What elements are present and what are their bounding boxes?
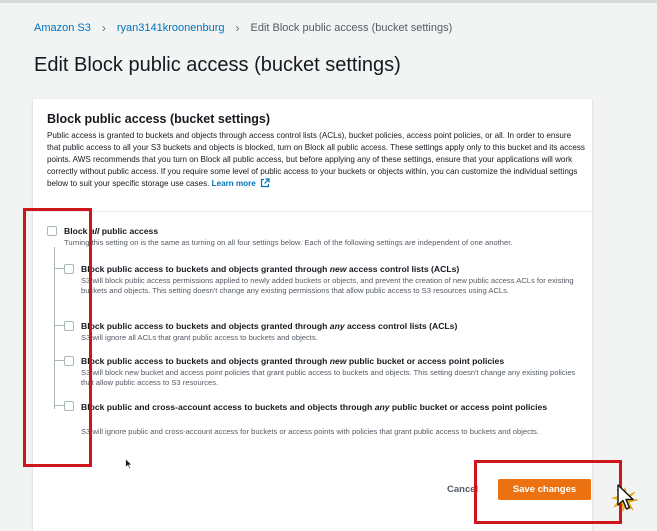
mouse-pointer-icon [617, 484, 634, 510]
block-all-title-post: public access [99, 226, 159, 236]
top-divider [0, 0, 657, 3]
option-title-post: public bucket or access point policies [389, 402, 548, 412]
panel-description: Public access is granted to buckets and … [47, 130, 585, 190]
option-title-post: access control lists (ACLs) [346, 264, 460, 274]
panel-description-text: Public access is granted to buckets and … [47, 131, 585, 188]
block-any-policies-title: Block public and cross-account access to… [81, 401, 561, 413]
option-title-pre: Block public access to buckets and objec… [81, 356, 330, 366]
highlight-box-save [474, 460, 622, 524]
panel-header: Block public access (bucket settings) Pu… [33, 99, 592, 212]
option-title-em: new [329, 264, 347, 274]
block-any-acls-description: S3 will ignore all ACLs that grant publi… [81, 333, 318, 342]
page-title: Edit Block public access (bucket setting… [34, 54, 401, 76]
breadcrumb-current: Edit Block public access (bucket setting… [250, 22, 453, 34]
block-new-acls-description: S3 will block public access permissions … [81, 276, 574, 295]
option-title-pre: Block public access to buckets and objec… [81, 321, 330, 331]
option-title-pre: Block public and cross-account access to… [81, 402, 375, 412]
block-new-policies-title: Block public access to buckets and objec… [81, 356, 504, 366]
option-title-post: access control lists (ACLs) [344, 321, 458, 331]
chevron-right-icon: › [235, 21, 240, 35]
breadcrumb-amazon-s3[interactable]: Amazon S3 [34, 22, 91, 34]
option-title-em: any [329, 321, 345, 331]
block-all-description: Turning this setting on is the same as t… [64, 238, 513, 247]
learn-more-link[interactable]: Learn more [212, 179, 256, 188]
panel-title: Block public access (bucket settings) [47, 112, 270, 126]
highlight-box-checkboxes [23, 208, 92, 467]
block-new-policies-description: S3 will block new bucket and access poin… [81, 368, 576, 387]
mouse-pointer-icon [125, 458, 133, 470]
option-title-em: new [329, 356, 347, 366]
option-title-em: any [374, 402, 390, 412]
block-new-acls-title: Block public access to buckets and objec… [81, 264, 459, 274]
option-title-pre: Block public access to buckets and objec… [81, 264, 330, 274]
breadcrumb-bucket[interactable]: ryan3141kroonenburg [117, 22, 225, 34]
external-link-icon[interactable] [260, 178, 270, 188]
option-title-post: public bucket or access point policies [346, 356, 505, 366]
block-any-acls-title: Block public access to buckets and objec… [81, 321, 457, 331]
chevron-right-icon: › [101, 21, 106, 35]
breadcrumb: Amazon S3 › ryan3141kroonenburg › Edit B… [34, 21, 452, 35]
block-any-policies-description: S3 will ignore public and cross-account … [81, 427, 539, 436]
